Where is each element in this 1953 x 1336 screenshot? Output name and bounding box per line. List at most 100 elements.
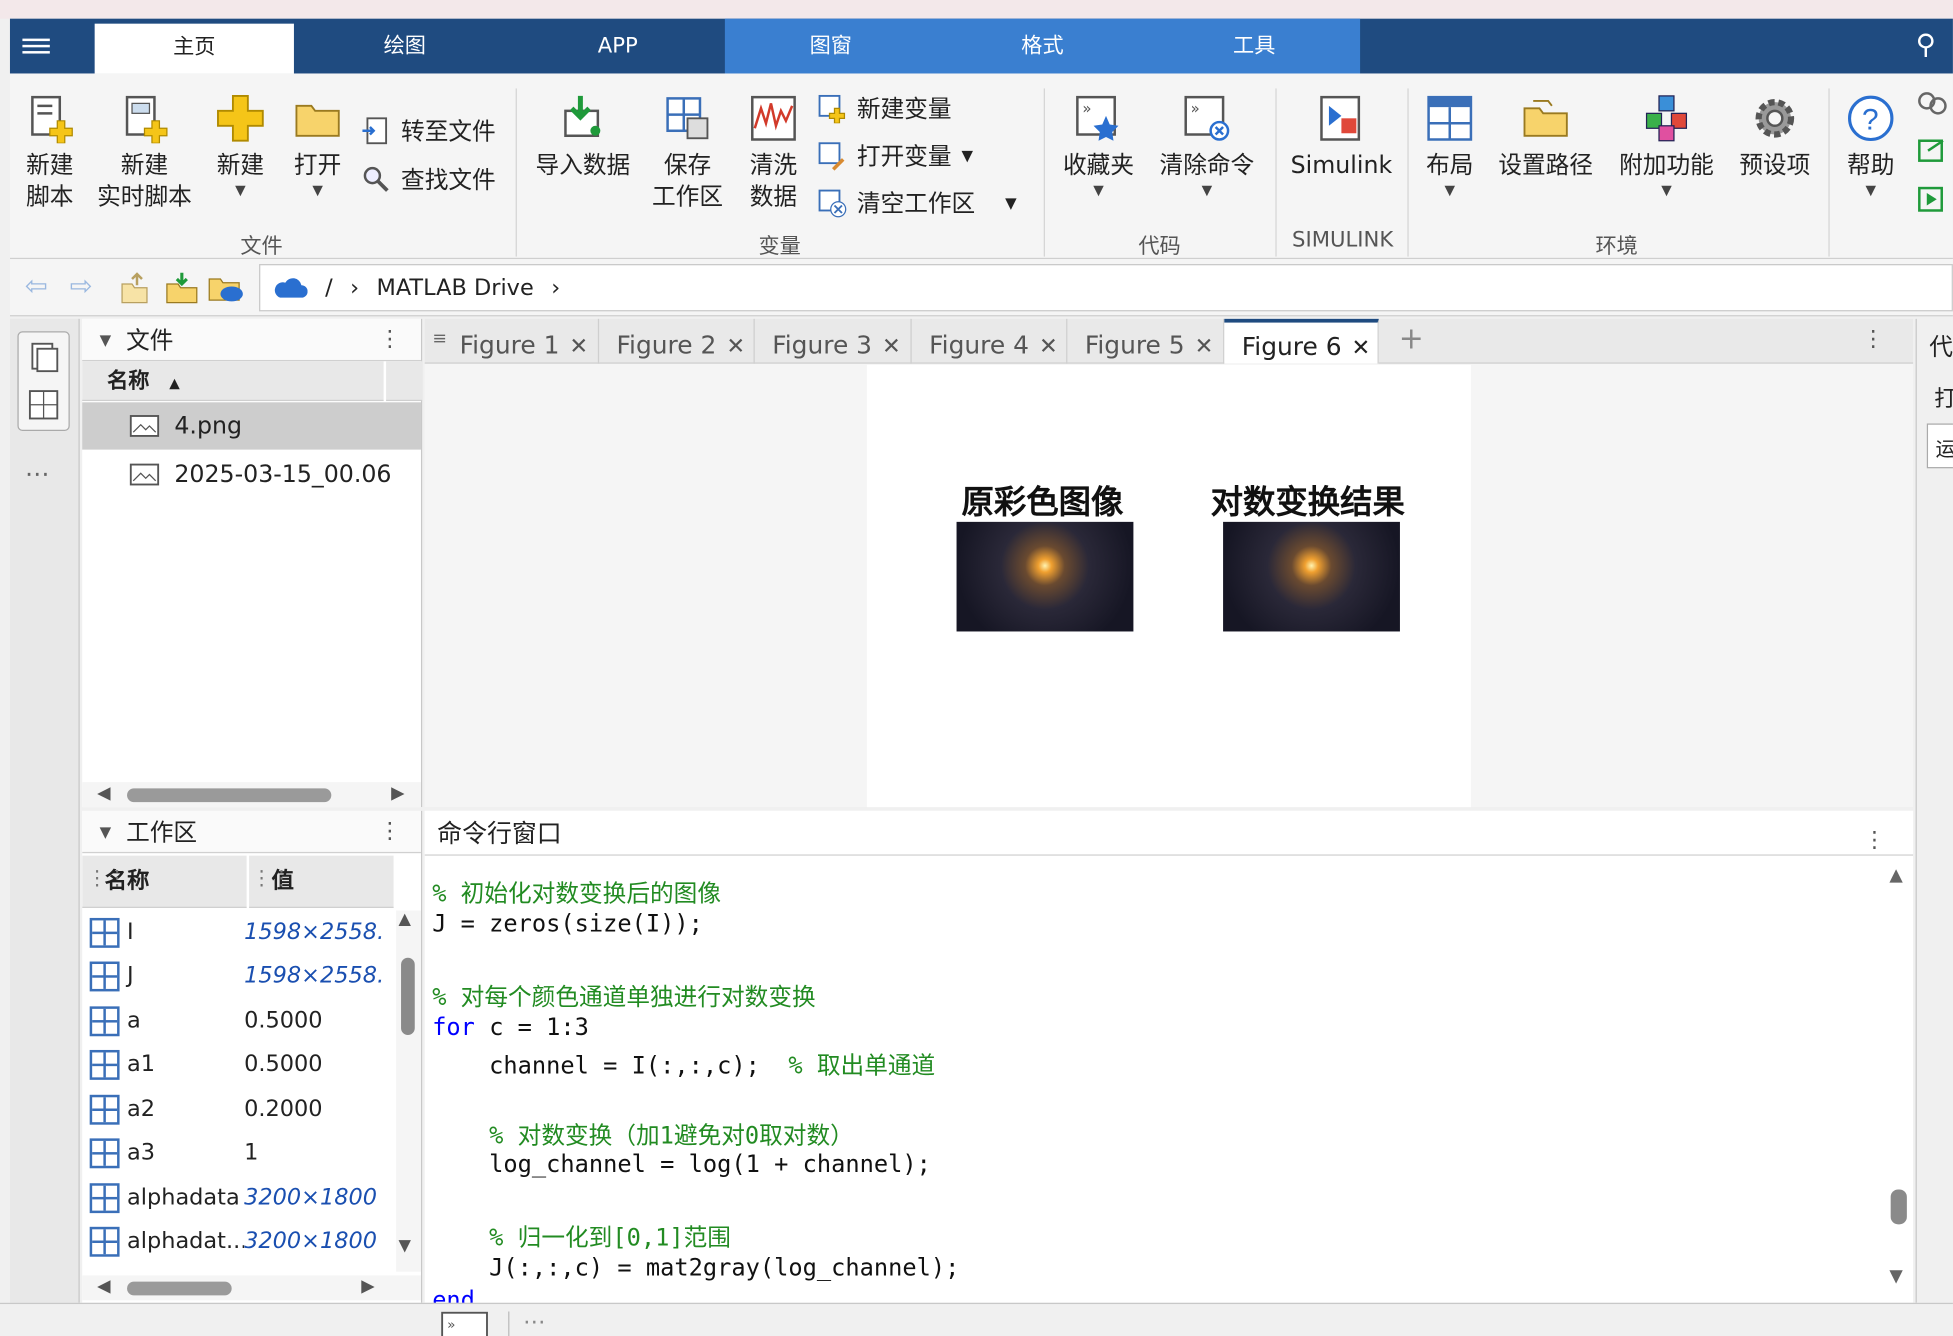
chevron-down-icon[interactable]: ▼ (962, 146, 974, 163)
scrollbar-thumb[interactable] (127, 1281, 232, 1296)
new-live-script-button[interactable]: 新建 实时脚本 (92, 93, 197, 213)
kebab-menu-icon[interactable]: ⋮ (379, 818, 401, 844)
community-icons[interactable] (1916, 91, 1948, 228)
preferences-button[interactable]: 预设项 (1734, 93, 1816, 181)
workspace-row[interactable]: a2 0.2000 (82, 1087, 393, 1131)
simulink-button[interactable]: Simulink (1288, 93, 1395, 181)
scroll-right-icon[interactable]: ▶ (391, 783, 404, 803)
kebab-menu-icon[interactable]: ⋮ (1862, 326, 1884, 352)
workspace-row[interactable]: J 1598×2558... (82, 954, 393, 998)
close-icon[interactable]: ✕ (726, 334, 745, 360)
kebab-menu-icon[interactable]: ⋮ (379, 326, 401, 352)
close-icon[interactable]: ✕ (569, 334, 588, 360)
horizontal-scrollbar[interactable]: ◀ ▶ (82, 782, 421, 808)
figure-tab-4[interactable]: Figure 4 ✕ (912, 318, 1068, 364)
back-icon[interactable]: ⇦ (25, 272, 48, 303)
menu-icon[interactable] (22, 35, 50, 57)
scroll-down-icon[interactable]: ▼ (1889, 1267, 1902, 1287)
browse-folder-icon[interactable] (164, 272, 199, 304)
horizontal-scrollbar[interactable]: ◀ ▶ (82, 1275, 421, 1301)
scroll-left-icon[interactable]: ◀ (97, 783, 110, 803)
command-prompt-icon[interactable]: » (441, 1311, 491, 1336)
figure-tab-5[interactable]: Figure 5 ✕ (1067, 318, 1225, 364)
scroll-right-icon[interactable]: ▶ (361, 1277, 374, 1297)
drag-handle-icon[interactable]: ⋮⋮ (252, 866, 292, 890)
tab-tools[interactable]: 工具 (1148, 19, 1360, 74)
workspace-row[interactable]: a1 0.5000 (82, 1042, 393, 1086)
find-file-button[interactable]: 查找文件 (361, 162, 496, 196)
save-workspace-button[interactable]: 保存 工作区 (648, 93, 728, 213)
vertical-scrollbar[interactable]: ▲ ▼ (396, 910, 421, 1272)
workspace-header[interactable]: ▼ 工作区 ⋮ (82, 810, 421, 854)
close-icon[interactable]: ✕ (1195, 334, 1214, 360)
chevron-right-icon[interactable]: › (551, 275, 560, 301)
file-row[interactable]: 2025-03-15_00.06 (82, 451, 421, 498)
chevron-down-icon[interactable]: ▼ (1005, 194, 1017, 211)
scroll-down-icon[interactable]: ▼ (399, 1237, 411, 1256)
scroll-up-icon[interactable]: ▲ (1889, 866, 1902, 886)
column-header-name[interactable]: 名称 ▲ (82, 361, 384, 402)
clear-workspace-button[interactable]: 清空工作区 ▼ (817, 186, 1017, 220)
tab-apps[interactable]: APP (511, 19, 725, 74)
scrollbar-thumb[interactable] (127, 788, 332, 803)
help-button[interactable]: ? 帮助 ▼ (1838, 93, 1903, 199)
collapse-icon[interactable]: ▼ (100, 823, 112, 840)
up-folder-icon[interactable] (120, 272, 150, 304)
search-icon[interactable]: ⚲ (1916, 30, 1936, 61)
workspace-row[interactable]: I 1598×2558... (82, 910, 393, 954)
path-root[interactable]: / (325, 275, 333, 301)
workspace-row[interactable]: a 0.5000 (82, 999, 393, 1043)
add-ons-button[interactable]: 附加功能 ▼ (1614, 93, 1719, 199)
workspace-row[interactable]: alphadat...3200×1800 ... (82, 1219, 393, 1263)
path-field[interactable]: / › MATLAB Drive › (259, 264, 1953, 312)
forward-icon[interactable]: ⇨ (70, 272, 93, 303)
goto-file-button[interactable]: 转至文件 (361, 113, 496, 147)
clear-commands-button[interactable]: » 清除命令 ▼ (1153, 93, 1260, 199)
path-folder[interactable]: MATLAB Drive (376, 275, 533, 301)
scrollbar-thumb[interactable] (1890, 1189, 1907, 1225)
set-path-button[interactable]: 设置路径 (1495, 93, 1597, 181)
tab-home[interactable]: 主页 (94, 23, 294, 74)
figure-tab-2[interactable]: Figure 2 ✕ (599, 318, 755, 364)
file-browser-header[interactable]: ▼ 文件 ⋮ (82, 318, 421, 362)
scroll-up-icon[interactable]: ▲ (399, 910, 411, 929)
figure-tab-1[interactable]: Figure 1 ✕ (442, 318, 600, 364)
new-button[interactable]: 新建 ▼ (209, 93, 271, 199)
tab-plots[interactable]: 绘图 (299, 19, 511, 74)
drag-handle-icon[interactable]: ⋮⋮ (87, 866, 127, 890)
workspace-panel-icon[interactable] (27, 389, 59, 421)
open-variable-button[interactable]: 打开变量 ▼ (817, 138, 973, 172)
import-data-button[interactable]: 导入数据 (531, 93, 636, 181)
workspace-row[interactable]: a3 1 (82, 1131, 393, 1175)
new-variable-button[interactable]: 新建变量 (817, 91, 952, 125)
right-panel-item[interactable]: 打 (1934, 381, 1953, 413)
file-row[interactable]: 4.png (82, 402, 421, 450)
tab-format[interactable]: 格式 (937, 19, 1149, 74)
figure-tab-3[interactable]: Figure 3 ✕ (755, 318, 912, 364)
vertical-scrollbar[interactable]: ▲ ▼ (1887, 861, 1912, 1297)
figure-tab-6[interactable]: Figure 6 ✕ (1224, 318, 1379, 364)
cloud-folder-icon[interactable] (207, 272, 244, 304)
collapse-icon[interactable]: ▼ (100, 331, 112, 348)
more-icon[interactable]: ⋯ (523, 1309, 545, 1335)
tab-figure[interactable]: 图窗 (725, 19, 937, 74)
new-script-button[interactable]: 新建 脚本 (15, 93, 85, 213)
command-window[interactable]: 命令行窗口 ⋮ % 初始化对数变换后的图像 J = zeros(size(I))… (424, 810, 1914, 1314)
kebab-menu-icon[interactable]: ⋮ (1863, 818, 1885, 863)
right-panel-run-box[interactable]: 运 (1926, 423, 1953, 469)
files-panel-icon[interactable] (27, 341, 59, 373)
open-button[interactable]: 打开 ▼ (286, 93, 348, 199)
clean-data-button[interactable]: 清洗 数据 (740, 93, 807, 213)
favorites-button[interactable]: » 收藏夹 ▼ (1054, 93, 1144, 199)
close-icon[interactable]: ✕ (882, 334, 901, 360)
scroll-left-icon[interactable]: ◀ (97, 1277, 110, 1297)
layout-button[interactable]: 布局 ▼ (1417, 93, 1482, 199)
scrollbar-thumb[interactable] (401, 957, 415, 1036)
figure-canvas[interactable]: 原彩色图像 对数变换结果 (866, 364, 1471, 808)
add-tab-icon[interactable]: + (1399, 321, 1424, 356)
column-header-extra[interactable] (386, 361, 423, 402)
more-icon[interactable]: ⋯ (25, 458, 50, 488)
close-icon[interactable]: ✕ (1039, 334, 1058, 360)
close-icon[interactable]: ✕ (1352, 335, 1371, 361)
workspace-row[interactable]: alphadata3200×1800 ... (82, 1176, 393, 1220)
